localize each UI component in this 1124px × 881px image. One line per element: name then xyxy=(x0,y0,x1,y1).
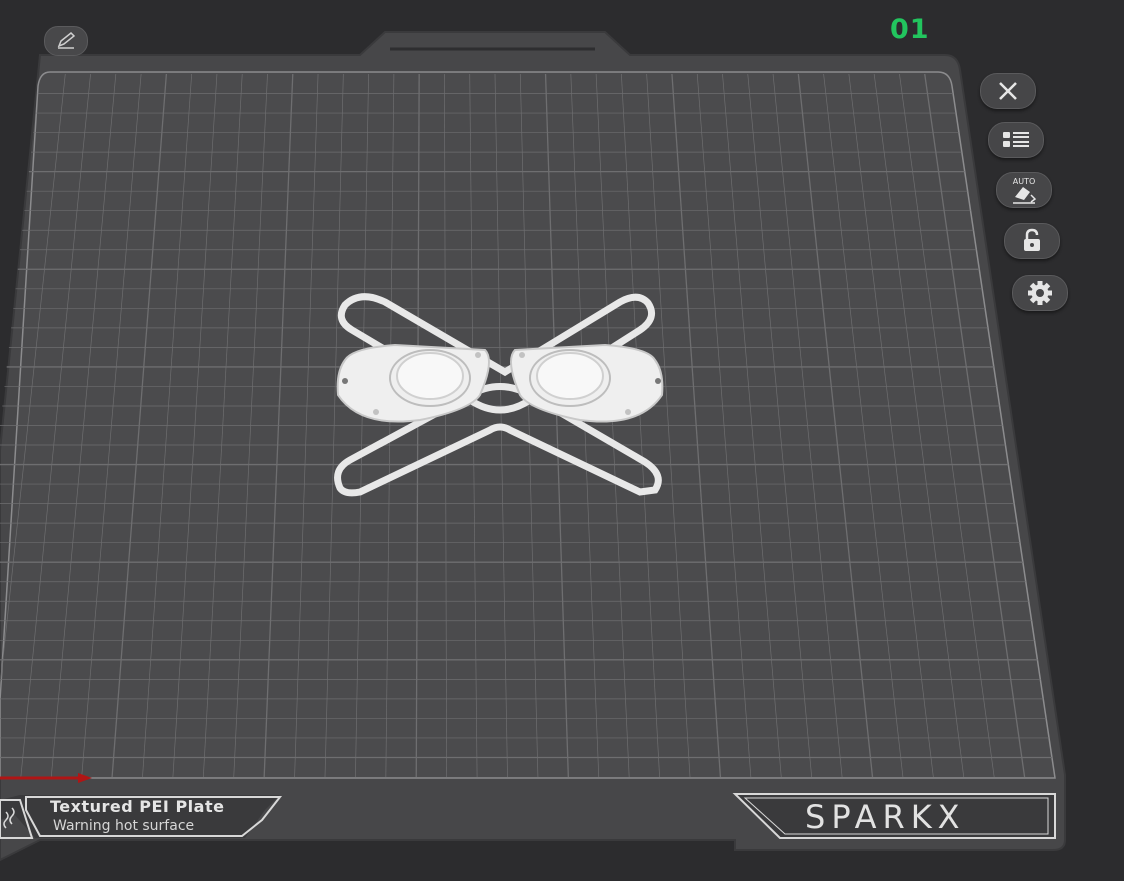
pencil-icon xyxy=(57,31,76,49)
list-icon xyxy=(1003,132,1029,147)
objects-list-button[interactable] xyxy=(988,122,1044,158)
auto-arrange-icon: AUTO xyxy=(1013,177,1037,204)
close-plate-button[interactable] xyxy=(980,73,1036,109)
gear-icon xyxy=(1028,281,1052,305)
build-plate-viewport[interactable] xyxy=(0,0,1124,881)
plate-warning-label: Warning hot surface xyxy=(53,818,195,834)
lock-plate-button[interactable] xyxy=(1004,223,1060,259)
edit-plate-name-button[interactable] xyxy=(44,26,88,56)
brand-logo-text: SPARKX xyxy=(805,798,966,836)
plate-type-label: Textured PEI Plate xyxy=(50,797,225,816)
lock-icon xyxy=(1024,228,1040,251)
plate-number: 01 xyxy=(890,14,930,45)
plate-settings-button[interactable] xyxy=(1012,275,1068,311)
close-icon xyxy=(999,82,1017,100)
auto-badge-text: AUTO xyxy=(1013,177,1036,186)
auto-orient-button[interactable]: AUTO xyxy=(996,172,1052,208)
